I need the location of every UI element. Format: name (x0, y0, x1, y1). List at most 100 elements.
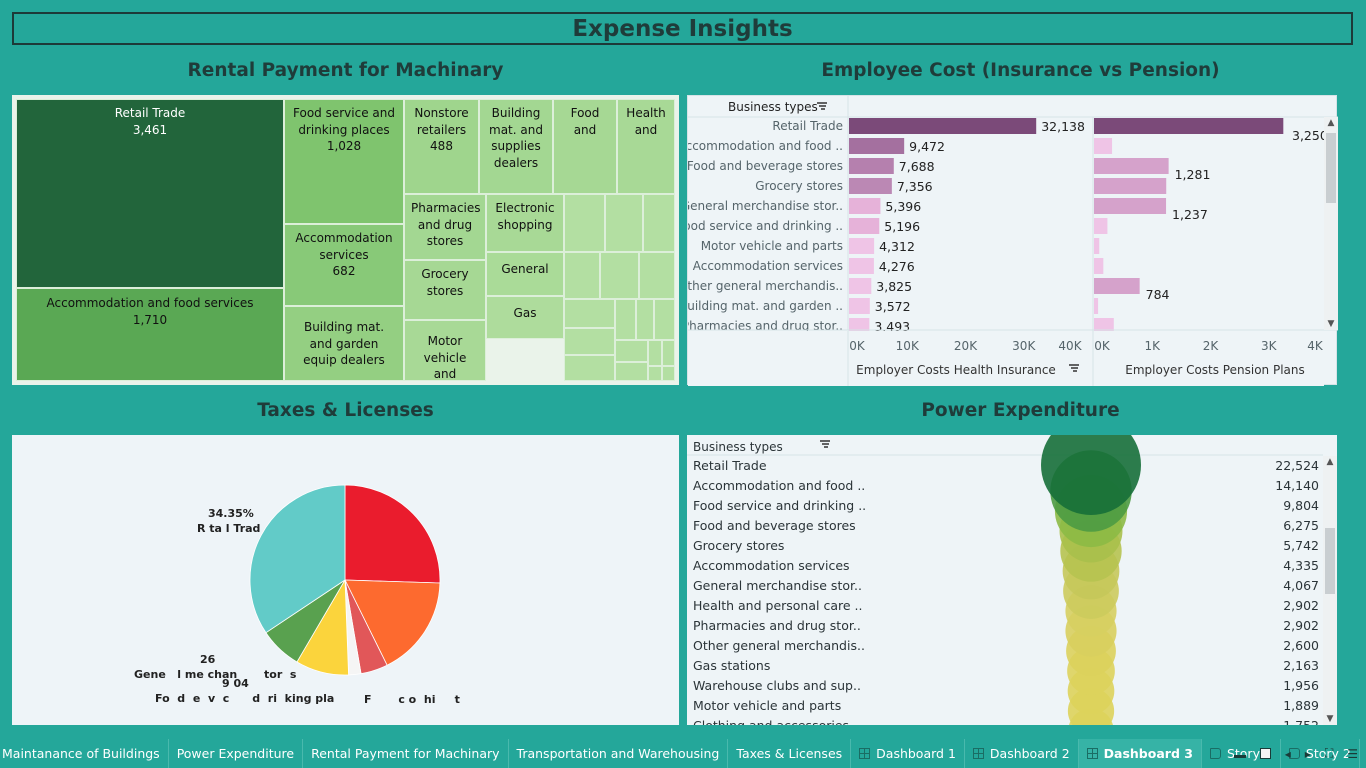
bar-pension-plans[interactable] (1094, 138, 1113, 154)
treemap-cell-small[interactable] (564, 252, 600, 299)
scroll-up-icon[interactable]: ▲ (1323, 456, 1337, 468)
scroll-down-icon[interactable]: ▼ (1324, 318, 1338, 330)
employee-scrollbar[interactable]: ▲ ▼ (1324, 117, 1338, 330)
bar-pension-plans[interactable] (1094, 198, 1167, 214)
treemap-cell[interactable]: Grocery stores (404, 260, 486, 320)
taxes-pie-chart[interactable]: 34.35% R ta l Trad 26 Gene l me chan tor s9… (12, 435, 679, 725)
treemap-cell-small[interactable] (615, 340, 648, 362)
bar-value-label: 784 (1146, 287, 1170, 302)
treemap-cell-small[interactable] (648, 340, 662, 366)
treemap-cell-small[interactable] (600, 252, 639, 299)
bar-health-insurance[interactable] (849, 238, 875, 254)
treemap-cell-small[interactable] (615, 362, 648, 381)
bar-pension-plans[interactable] (1094, 278, 1140, 294)
scroll-thumb[interactable] (1326, 133, 1336, 203)
power-expenditure-chart[interactable]: Business types Retail Trade 22,524 Accommod… (687, 435, 1337, 725)
sheet-tab-label: Rental Payment for Machinary (311, 746, 500, 761)
treemap-cell-small[interactable] (648, 366, 662, 381)
sheet-tab[interactable]: Transportation and Warehousing (509, 739, 729, 768)
pie-label: Gene l me chan tor s (134, 668, 297, 681)
bar-health-insurance[interactable] (849, 198, 881, 214)
bar-pension-plans[interactable] (1094, 158, 1169, 174)
bar-health-insurance[interactable] (849, 158, 894, 174)
treemap-cell[interactable]: Pharmacies and drug stores (404, 194, 486, 260)
axis-tick-label: 4K (1307, 339, 1324, 353)
treemap-cell-label: Building mat. and supplies dealers (489, 106, 543, 170)
bar-health-insurance[interactable] (849, 278, 872, 294)
bar-health-insurance[interactable] (849, 138, 905, 154)
bar-health-insurance[interactable] (849, 258, 874, 274)
menu-icon[interactable]: ☰ (1347, 747, 1358, 761)
next-icon[interactable]: ▸ (1305, 747, 1311, 761)
treemap-cell[interactable]: Building mat. and garden equip dealers (284, 306, 404, 381)
business-types-header[interactable]: Business types (693, 440, 783, 454)
sheet-tab[interactable]: Maintanance of Buildings (0, 739, 169, 768)
sheet-tab[interactable]: Taxes & Licenses (728, 739, 852, 768)
sheet-tab[interactable]: Dashboard 1 (851, 739, 965, 768)
pie-slice[interactable] (344, 484, 441, 584)
grid-view-icon[interactable] (1259, 748, 1271, 759)
category-label: Other general merchandis.. (693, 638, 865, 653)
category-label: Retail Trade (772, 119, 843, 133)
bar-health-insurance[interactable] (849, 178, 892, 194)
scroll-thumb[interactable] (1325, 528, 1335, 594)
treemap-cell-small[interactable] (564, 299, 615, 328)
treemap-cell-small[interactable] (564, 328, 615, 355)
bar-value-label: 3,250 (1292, 128, 1328, 143)
treemap-cell[interactable]: General (486, 252, 564, 296)
treemap-cell-small[interactable] (615, 299, 636, 340)
bar-pension-plans[interactable] (1094, 118, 1284, 134)
category-label: Pharmacies and drug stor.. (688, 319, 843, 333)
category-label: General merchandise stor.. (693, 578, 862, 593)
category-label: Food and beverage stores (693, 518, 856, 533)
category-label: Food service and drinking .. (693, 498, 866, 513)
scroll-down-icon[interactable]: ▼ (1323, 713, 1337, 725)
treemap-cell[interactable]: Accommodation and food services 1,710 (16, 288, 284, 381)
treemap-cell[interactable]: Nonstore retailers 488 (404, 99, 479, 194)
sheet-tab[interactable]: Power Expenditure (169, 739, 304, 768)
treemap-cell[interactable]: Food service and drinking places 1,028 (284, 99, 404, 224)
power-section-title: Power Expenditure (921, 400, 1120, 421)
scroll-up-icon[interactable]: ▲ (1324, 117, 1338, 129)
category-label: Grocery stores (755, 179, 843, 193)
bar-pension-plans[interactable] (1094, 298, 1099, 314)
bar-health-insurance[interactable] (849, 298, 870, 314)
treemap-cell-small[interactable] (605, 194, 643, 252)
treemap-cell[interactable]: Food and (553, 99, 617, 194)
treemap-cell[interactable]: Retail Trade 3,461 (16, 99, 284, 288)
sheet-tab[interactable]: Dashboard 3 (1078, 739, 1202, 768)
employee-cost-chart[interactable]: Business types Retail Trade 32,138 3,250 Acc… (687, 95, 1338, 386)
business-types-header[interactable]: Business types (728, 100, 818, 114)
treemap-cell[interactable]: Electronic shopping (486, 194, 564, 252)
bar-pension-plans[interactable] (1094, 178, 1167, 194)
bar-pension-plans[interactable] (1094, 258, 1104, 274)
treemap-cell-small[interactable] (662, 340, 675, 366)
filmstrip-icon[interactable] (1233, 750, 1246, 758)
treemap-cell[interactable]: Health and (617, 99, 675, 194)
treemap-cell-small[interactable] (564, 194, 605, 252)
treemap-cell-small[interactable] (654, 299, 675, 340)
treemap-cell-small[interactable] (662, 366, 675, 381)
treemap-cell-small[interactable] (564, 355, 615, 381)
treemap-cell[interactable]: Building mat. and supplies dealers (479, 99, 553, 194)
treemap-cell[interactable]: Motor vehicle and (404, 320, 486, 381)
sheet-tab[interactable]: Rental Payment for Machinary (303, 739, 509, 768)
bar-pension-plans[interactable] (1094, 238, 1100, 254)
sheet-tab[interactable]: Dashboard 2 (965, 739, 1079, 768)
power-value-label: 9,804 (1283, 498, 1319, 513)
rental-treemap[interactable]: Retail Trade 3,461 Accommodation and food … (12, 95, 679, 385)
bar-health-insurance[interactable] (849, 218, 880, 234)
treemap-cell-small[interactable] (636, 299, 654, 340)
treemap-cell-small[interactable] (643, 194, 675, 252)
bar-health-insurance[interactable] (849, 118, 1037, 134)
treemap-cell-value: 3,461 (132, 122, 168, 137)
treemap-cell[interactable]: Accommodation services 682 (284, 224, 404, 306)
bar-pension-plans[interactable] (1094, 218, 1108, 234)
prev-icon[interactable]: ◂ (1285, 747, 1291, 761)
treemap-cell-small[interactable] (639, 252, 675, 299)
dashboard-grid-icon (1086, 748, 1098, 759)
fullscreen-icon[interactable]: ⛶ (1325, 746, 1333, 761)
power-scrollbar[interactable]: ▲ ▼ (1323, 456, 1337, 725)
treemap-cell-label: Accommodation and food services (46, 296, 254, 310)
treemap-cell[interactable]: Gas (486, 296, 564, 339)
